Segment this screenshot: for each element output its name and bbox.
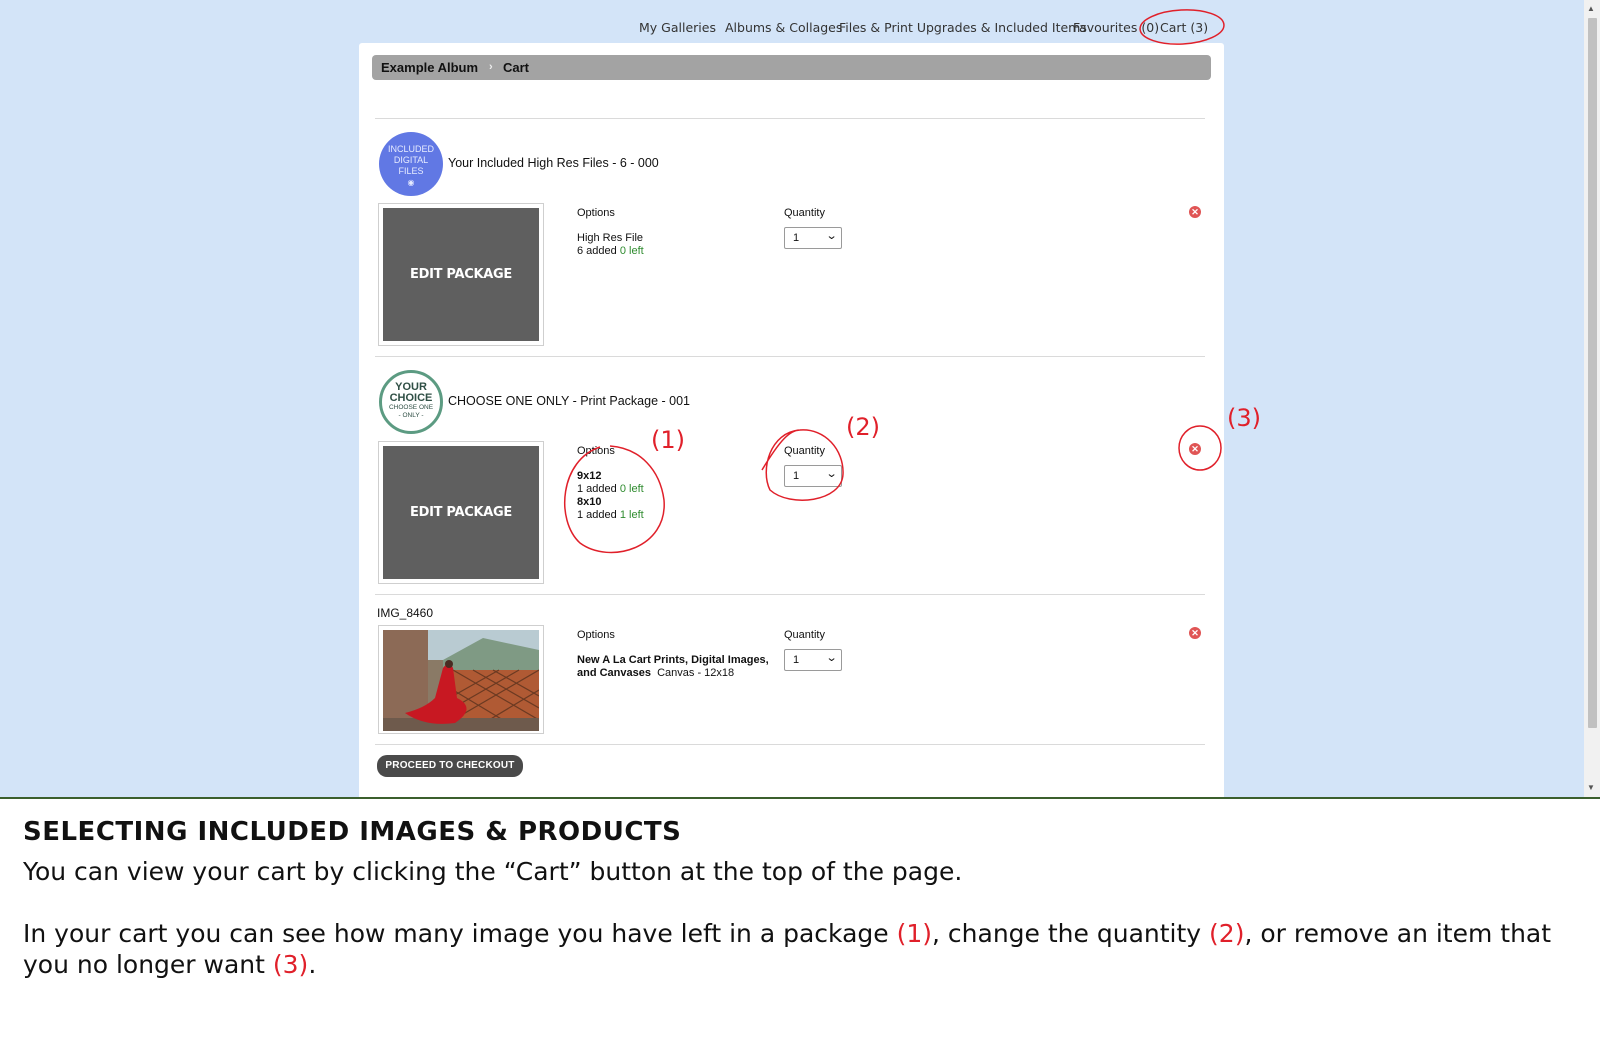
- remove-item-icon[interactable]: ✕: [1189, 627, 1201, 639]
- options-label: Options: [577, 445, 615, 457]
- annotation-3: (3): [1227, 404, 1261, 432]
- quantity-label: Quantity: [784, 629, 825, 641]
- options-label: Options: [577, 207, 615, 219]
- photo-thumbnail[interactable]: [378, 625, 544, 734]
- scroll-down-icon: ▼: [1587, 783, 1595, 792]
- edit-package-thumbnail[interactable]: EDIT PACKAGE: [378, 203, 544, 346]
- divider: [375, 594, 1205, 595]
- nav-albums-collages[interactable]: Albums & Collages: [725, 20, 842, 35]
- instructions-title: SELECTING INCLUDED IMAGES & PRODUCTS: [23, 817, 682, 847]
- remove-item-icon[interactable]: ✕: [1189, 206, 1201, 218]
- option-name: and Canvases Canvas - 12x18: [577, 667, 735, 679]
- breadcrumb: Example Album › Cart: [372, 55, 1211, 80]
- breadcrumb-current: Cart: [503, 60, 530, 75]
- divider: [375, 356, 1205, 357]
- quantity-select[interactable]: 1 ⌄: [784, 227, 842, 249]
- option-name: 8x10: [577, 496, 602, 508]
- chevron-down-icon: ⌄: [825, 652, 838, 664]
- quantity-select[interactable]: 1 ⌄: [784, 649, 842, 671]
- chevron-down-icon: ⌄: [825, 468, 838, 480]
- edit-package-label: EDIT PACKAGE: [383, 208, 539, 341]
- chevron-down-icon: ⌄: [825, 230, 838, 242]
- badge-seal-icon: ◉: [407, 178, 415, 187]
- scroll-up-icon: ▲: [1587, 4, 1595, 13]
- screenshot-area: My Galleries Albums & Collages Files & P…: [0, 0, 1600, 797]
- scrollbar-thumb[interactable]: [1588, 18, 1597, 728]
- item-title: CHOOSE ONE ONLY - Print Package - 001: [448, 394, 690, 408]
- remove-item-icon[interactable]: ✕: [1189, 443, 1201, 455]
- options-label: Options: [577, 629, 615, 641]
- divider: [0, 797, 1600, 799]
- proceed-to-checkout-button[interactable]: PROCEED TO CHECKOUT: [377, 755, 523, 777]
- nav-favourites[interactable]: Favourites (0): [1073, 20, 1159, 35]
- option-count: 6 added 0 left: [577, 245, 644, 257]
- instructions-paragraph: In your cart you can see how many image …: [23, 919, 1552, 979]
- your-choice-badge: YOUR CHOICE CHOOSE ONE - ONLY -: [379, 370, 443, 434]
- nav-cart[interactable]: Cart (3): [1160, 20, 1208, 35]
- divider: [375, 744, 1205, 745]
- option-name: 9x12: [577, 470, 602, 482]
- option-name: High Res File: [577, 232, 644, 244]
- edit-package-thumbnail[interactable]: EDIT PACKAGE: [378, 441, 544, 584]
- divider: [375, 118, 1205, 119]
- photo-image: [383, 630, 539, 731]
- top-navigation: My Galleries Albums & Collages Files & P…: [0, 18, 1580, 38]
- edit-package-label: EDIT PACKAGE: [383, 446, 539, 579]
- option-count: 1 added 1 left: [577, 509, 644, 521]
- quantity-select[interactable]: 1 ⌄: [784, 465, 842, 487]
- included-digital-files-badge: INCLUDED DIGITAL FILES ◉: [379, 132, 443, 196]
- option-name: New A La Cart Prints, Digital Images,: [577, 654, 769, 666]
- annotation-2: (2): [846, 413, 880, 441]
- vertical-scrollbar[interactable]: ▲ ▼: [1584, 0, 1600, 797]
- item-title: Your Included High Res Files - 6 - 000: [448, 156, 659, 170]
- instructions-section: SELECTING INCLUDED IMAGES & PRODUCTS You…: [0, 800, 1600, 1053]
- breadcrumb-chevron-icon: ›: [489, 61, 493, 73]
- quantity-label: Quantity: [784, 207, 825, 219]
- quantity-label: Quantity: [784, 445, 825, 457]
- nav-files-print-upgrades[interactable]: Files & Print Upgrades & Included Items: [839, 20, 1087, 35]
- option-count: 1 added 0 left: [577, 483, 644, 495]
- nav-my-galleries[interactable]: My Galleries: [639, 20, 716, 35]
- cart-panel: Example Album › Cart INCLUDED DIGITAL FI…: [359, 43, 1224, 797]
- item-title: IMG_8460: [377, 606, 434, 620]
- instructions-line: You can view your cart by clicking the “…: [23, 857, 963, 886]
- annotation-1: (1): [651, 426, 685, 454]
- breadcrumb-album[interactable]: Example Album: [381, 60, 478, 75]
